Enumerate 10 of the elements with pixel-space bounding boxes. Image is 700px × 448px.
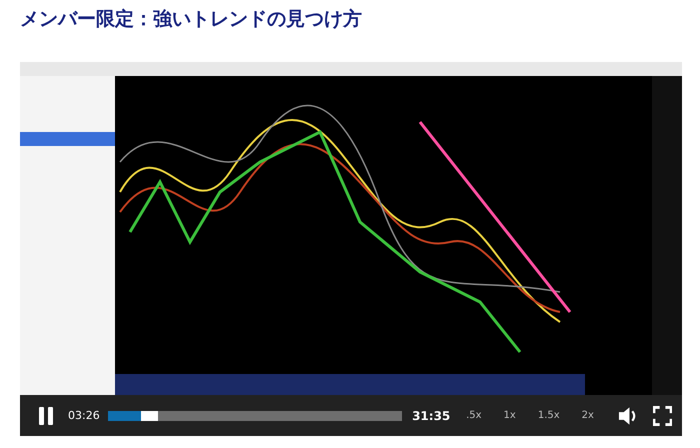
- speed-button[interactable]: 2x: [578, 408, 598, 423]
- article-title: メンバー限定：強いトレンドの見つけ方: [19, 7, 363, 32]
- speed-button[interactable]: 1.5x: [534, 408, 564, 423]
- current-time: 03:26: [68, 409, 101, 422]
- progress-bar[interactable]: [108, 410, 402, 420]
- fullscreen-icon[interactable]: [652, 406, 672, 426]
- duration: 31:35: [412, 408, 448, 422]
- pause-button[interactable]: [38, 406, 54, 426]
- speed-button[interactable]: 1x: [500, 408, 520, 423]
- speed-button[interactable]: .5x: [462, 408, 486, 423]
